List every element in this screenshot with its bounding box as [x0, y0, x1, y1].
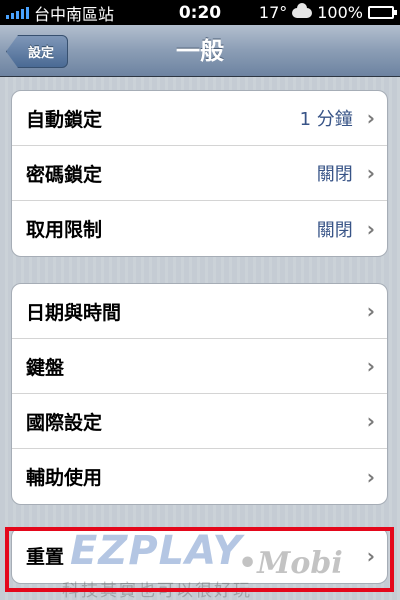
settings-group-lock: 自動鎖定 1 分鐘 › 密碼鎖定 關閉 › 取用限制 關閉 › — [11, 90, 388, 257]
settings-group-reset: 重置 › — [11, 527, 388, 584]
cell-value: 關閉 — [316, 219, 353, 241]
back-button[interactable]: 設定 — [6, 35, 68, 68]
signal-icon — [6, 6, 29, 19]
cell-passcode-lock[interactable]: 密碼鎖定 關閉 › — [12, 146, 387, 201]
battery-icon — [368, 6, 397, 19]
cell-auto-lock[interactable]: 自動鎖定 1 分鐘 › — [12, 91, 387, 146]
cell-international[interactable]: 國際設定 › — [12, 394, 387, 449]
chevron-right-icon: › — [366, 299, 375, 323]
chevron-right-icon: › — [366, 106, 375, 130]
cloud-icon — [292, 2, 313, 18]
cell-accessibility[interactable]: 輔助使用 › — [12, 449, 387, 504]
carrier-label: 台中南區站 — [34, 4, 115, 24]
settings-group-system: 日期與時間 › 鍵盤 › 國際設定 › 輔助使用 › — [11, 283, 388, 505]
chevron-right-icon: › — [366, 354, 375, 378]
status-left: 台中南區站 — [6, 1, 114, 25]
battery-percent: 100% — [317, 3, 363, 22]
status-right: 17° 100% — [258, 2, 397, 22]
cell-label: 密碼鎖定 — [26, 163, 103, 186]
chevron-right-icon: › — [366, 161, 375, 185]
cell-reset[interactable]: 重置 › — [12, 528, 387, 583]
cell-label: 自動鎖定 — [26, 108, 103, 131]
cell-keyboard[interactable]: 鍵盤 › — [12, 339, 387, 394]
cell-label: 鍵盤 — [26, 356, 65, 379]
chevron-right-icon: › — [366, 464, 375, 489]
cell-label: 輔助使用 — [26, 467, 103, 489]
cell-value: 關閉 — [316, 164, 353, 185]
cell-date-time[interactable]: 日期與時間 › — [12, 284, 387, 339]
cell-value: 1 分鐘 — [299, 109, 353, 130]
chevron-right-icon: › — [366, 409, 375, 433]
chevron-right-icon: › — [366, 543, 375, 568]
cell-restrictions[interactable]: 取用限制 關閉 › — [12, 201, 387, 256]
status-bar: 台中南區站 0:20 17° 100% — [0, 0, 400, 25]
navigation-bar: 一般 設定 — [0, 25, 400, 77]
cell-label: 國際設定 — [26, 411, 103, 434]
cell-label: 重置 — [26, 546, 65, 568]
cell-label: 取用限制 — [26, 219, 103, 241]
cell-label: 日期與時間 — [26, 301, 122, 324]
chevron-right-icon: › — [366, 216, 375, 241]
temperature-label: 17° — [258, 3, 288, 22]
